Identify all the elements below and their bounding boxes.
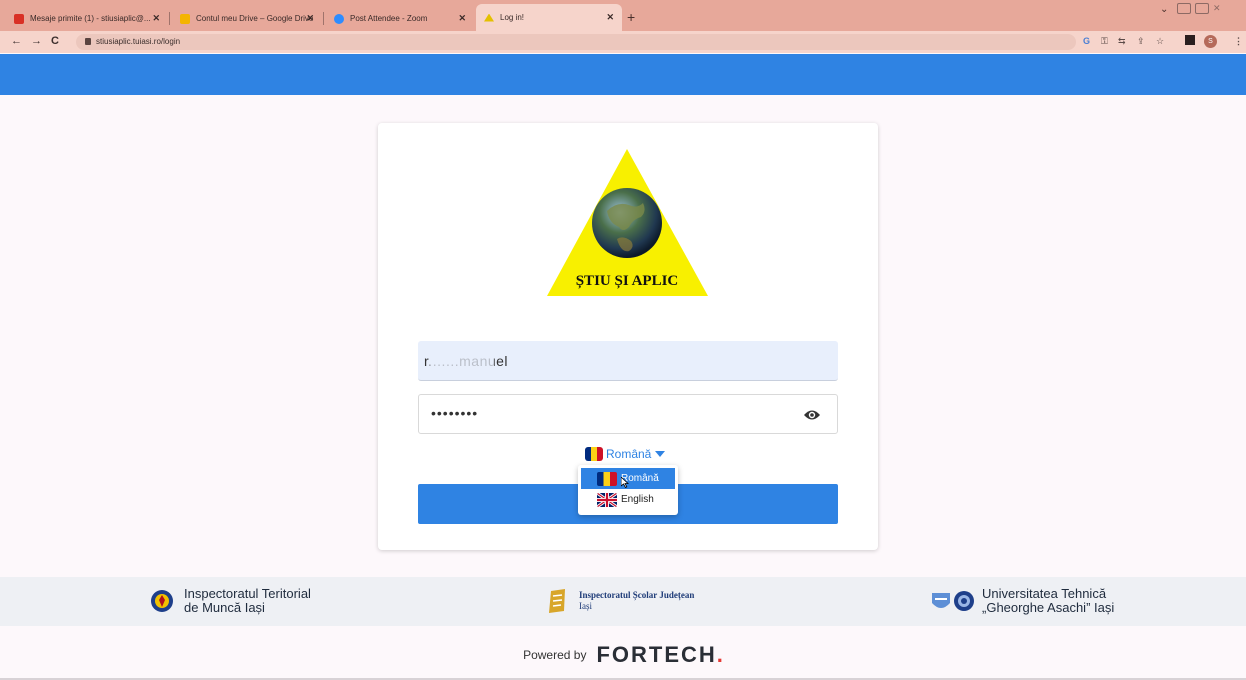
romania-flag-icon xyxy=(585,447,603,461)
forward-button[interactable]: → xyxy=(31,35,42,47)
language-selector[interactable]: Română xyxy=(585,444,666,464)
login-card: ȘTIU ȘI APLIC r.......manuel •••••••• Ro… xyxy=(378,123,878,550)
profile-avatar[interactable]: S xyxy=(1204,35,1217,48)
url-text: stiusiaplic.tuiasi.ro/login xyxy=(96,37,181,46)
close-icon[interactable]: ✕ xyxy=(306,13,314,24)
tab-separator xyxy=(169,12,170,25)
stiu-si-aplic-logo: ȘTIU ȘI APLIC xyxy=(547,149,708,296)
browser-tab-bar: Mesaje primite (1) - stiusiaplic@... ✕ C… xyxy=(0,0,1246,31)
back-button[interactable]: ← xyxy=(11,35,22,47)
minimize-button[interactable] xyxy=(1177,3,1191,14)
password-input[interactable]: •••••••• xyxy=(418,394,838,434)
language-selected-label: Română xyxy=(606,447,652,461)
sidepanel-icon[interactable] xyxy=(1185,35,1195,45)
lock-icon xyxy=(85,38,91,45)
tab-title: Mesaje primite (1) - stiusiaplic@... xyxy=(30,14,151,23)
isj-logo-icon xyxy=(549,589,565,613)
maximize-button[interactable] xyxy=(1195,3,1209,14)
powered-by-label: Powered by xyxy=(523,648,587,662)
tab-separator xyxy=(323,12,324,25)
close-window-button[interactable]: ✕ xyxy=(1213,3,1227,14)
omnibox[interactable]: stiusiaplic.tuiasi.ro/login xyxy=(76,34,1076,50)
tuiasi-crest-icon xyxy=(932,591,974,611)
close-icon[interactable]: ✕ xyxy=(458,13,466,24)
partner-name: Universitatea Tehnică „Gheorghe Asachi” … xyxy=(982,586,1115,615)
google-drive-icon xyxy=(180,13,190,24)
fortech-logo-dot: . xyxy=(716,642,723,667)
translate-icon[interactable]: ⇆ xyxy=(1118,36,1126,47)
zoom-icon xyxy=(334,13,344,24)
partner-itm-iasi[interactable]: Inspectoratul Teritorial de Muncă Iași xyxy=(150,587,311,615)
language-option-romana[interactable]: Română xyxy=(581,468,675,489)
tab-google-drive[interactable]: Contul meu Drive – Google Drive ✕ xyxy=(172,6,322,31)
partner-name: Inspectoratul Școlar Județean Iași xyxy=(579,590,695,611)
tab-title: Post Attendee - Zoom xyxy=(350,14,428,23)
fortech-logo[interactable]: FORTECH xyxy=(596,642,716,668)
tab-login[interactable]: Log in! ✕ xyxy=(476,4,622,31)
reload-button[interactable]: C xyxy=(51,35,59,47)
site-favicon-icon xyxy=(484,13,494,22)
uk-flag-icon xyxy=(597,492,617,507)
mouse-cursor-icon xyxy=(621,477,629,488)
language-dropdown: Română English xyxy=(578,465,678,515)
browser-address-bar: ← → C stiusiaplic.tuiasi.ro/login G ⚿ ⇆ … xyxy=(0,31,1246,53)
password-value: •••••••• xyxy=(431,405,479,421)
language-option-label: English xyxy=(621,494,654,505)
key-icon[interactable]: ⚿ xyxy=(1101,36,1108,47)
partner-tuiasi[interactable]: Universitatea Tehnică „Gheorghe Asachi” … xyxy=(930,587,1114,615)
star-icon[interactable]: ☆ xyxy=(1156,36,1164,47)
partners-footer: Inspectoratul Teritorial de Muncă Iași I… xyxy=(0,577,1246,626)
close-icon[interactable]: ✕ xyxy=(606,12,614,23)
partner-isj-iasi[interactable]: Inspectoratul Școlar Județean Iași xyxy=(545,587,694,615)
tab-gmail[interactable]: Mesaje primite (1) - stiusiaplic@... ✕ xyxy=(6,6,168,31)
tab-title: Contul meu Drive – Google Drive xyxy=(196,14,314,23)
itm-emblem-icon xyxy=(151,590,173,612)
logo-text: ȘTIU ȘI APLIC xyxy=(576,273,679,289)
tab-zoom[interactable]: Post Attendee - Zoom ✕ xyxy=(326,6,474,31)
powered-by: Powered by FORTECH . xyxy=(0,642,1246,668)
romania-flag-icon xyxy=(597,471,617,486)
show-password-eye-icon[interactable] xyxy=(803,408,821,422)
google-lens-icon[interactable]: G xyxy=(1083,36,1090,46)
redaction-blur xyxy=(430,354,494,366)
partner-name: Inspectoratul Teritorial de Muncă Iași xyxy=(184,586,311,615)
share-icon[interactable]: ⇪ xyxy=(1137,36,1145,47)
gmail-icon xyxy=(14,13,24,24)
caret-down-icon xyxy=(655,451,666,457)
new-tab-button[interactable]: + xyxy=(627,9,635,25)
username-input[interactable]: r.......manuel xyxy=(418,341,838,381)
page-header xyxy=(0,54,1246,95)
tab-title: Log in! xyxy=(500,13,525,22)
language-option-english[interactable]: English xyxy=(581,489,675,510)
tab-search-chevron-icon[interactable]: ⌄ xyxy=(1160,4,1168,15)
menu-icon[interactable]: ⋮ xyxy=(1234,36,1243,47)
close-icon[interactable]: ✕ xyxy=(152,13,160,24)
